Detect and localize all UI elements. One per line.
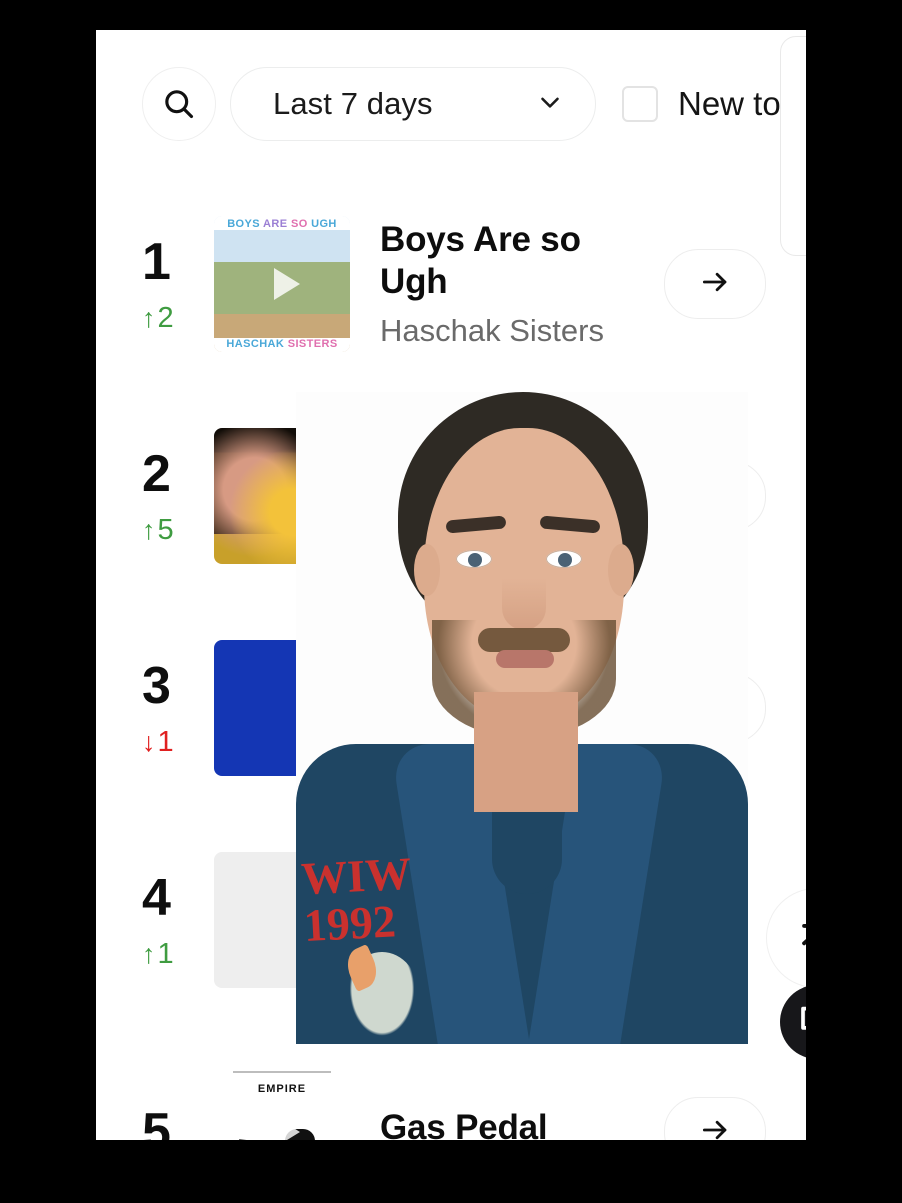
date-range-label: Last 7 days (273, 86, 433, 121)
table-row[interactable]: 1 ↑ 2 BOYS ARE SO UGH HASCHAK SISTERS Bo… (96, 178, 806, 390)
rank-change: ↑ 2 (142, 301, 174, 334)
chat-bubble-icon (796, 999, 806, 1046)
webcam-overlay: WIW 1992 (296, 392, 748, 1044)
new-to-chart-filter[interactable]: New to t (622, 85, 799, 123)
track-title: Boys Are so Ugh (380, 219, 581, 302)
rank-change-value: 5 (157, 513, 174, 546)
search-icon (161, 86, 197, 122)
arrow-up-icon: ↑ (142, 514, 156, 545)
new-to-chart-checkbox[interactable] (622, 86, 658, 122)
rank-change: ↓ 1 (142, 725, 174, 758)
rank-column: 2 ↑ 5 (142, 448, 210, 545)
rank-column: 4 ↑ 1 (142, 872, 210, 969)
track-title: Gas Pedal (380, 1107, 548, 1140)
rank-change-value: 1 (157, 937, 174, 970)
artwork-thumbnail[interactable]: EMPIRE (214, 1064, 350, 1140)
date-range-select[interactable]: Last 7 days (230, 67, 596, 141)
arrow-right-icon (698, 265, 732, 304)
rank-change-value: 1 (157, 725, 174, 758)
artwork-caption-top: EMPIRE (257, 1083, 307, 1096)
rank-change-value: 2 (157, 301, 174, 334)
play-icon[interactable] (274, 268, 300, 300)
rank-number: 5 (142, 1103, 171, 1140)
rank-column: 5 (142, 1106, 210, 1140)
app-page: Last 7 days New to t 1 ↑ 2 BOYS ARE SO U… (96, 30, 806, 1140)
arrow-up-icon: ↑ (142, 938, 156, 969)
screen: Last 7 days New to t 1 ↑ 2 BOYS ARE SO U… (0, 0, 902, 1203)
artwork-caption-bottom: HASCHAK SISTERS (214, 338, 350, 352)
search-button[interactable] (142, 67, 216, 141)
arrow-up-icon: ↑ (142, 302, 156, 333)
rank-number: 3 (142, 656, 171, 715)
play-icon[interactable] (274, 1116, 300, 1140)
artwork-caption-top: BOYS ARE SO UGH (214, 216, 350, 230)
rank-column: 3 ↓ 1 (142, 660, 210, 757)
artwork-thumbnail[interactable]: BOYS ARE SO UGH HASCHAK SISTERS (214, 216, 350, 352)
rank-number: 2 (142, 444, 171, 503)
rank-change: ↑ 1 (142, 937, 174, 970)
rank-change: ↑ 5 (142, 513, 174, 546)
row-detail-button[interactable] (664, 1097, 766, 1140)
track-meta: Gas Pedal (380, 1107, 664, 1140)
rank-number: 4 (142, 868, 171, 927)
filter-bar: Last 7 days New to t (96, 30, 806, 256)
track-meta: Boys Are so Ugh Haschak Sisters (380, 219, 664, 350)
scroll-to-top-icon (794, 914, 806, 963)
chevron-down-icon (535, 87, 565, 122)
overlay-graffiti-text: WIW 1992 (300, 847, 413, 952)
arrow-down-icon: ↓ (142, 726, 156, 757)
arrow-right-icon (698, 1113, 732, 1141)
row-detail-button[interactable] (664, 249, 766, 319)
rank-column: 1 ↑ 2 (142, 236, 210, 333)
rank-number: 1 (142, 232, 171, 291)
track-artist: Haschak Sisters (380, 313, 604, 349)
